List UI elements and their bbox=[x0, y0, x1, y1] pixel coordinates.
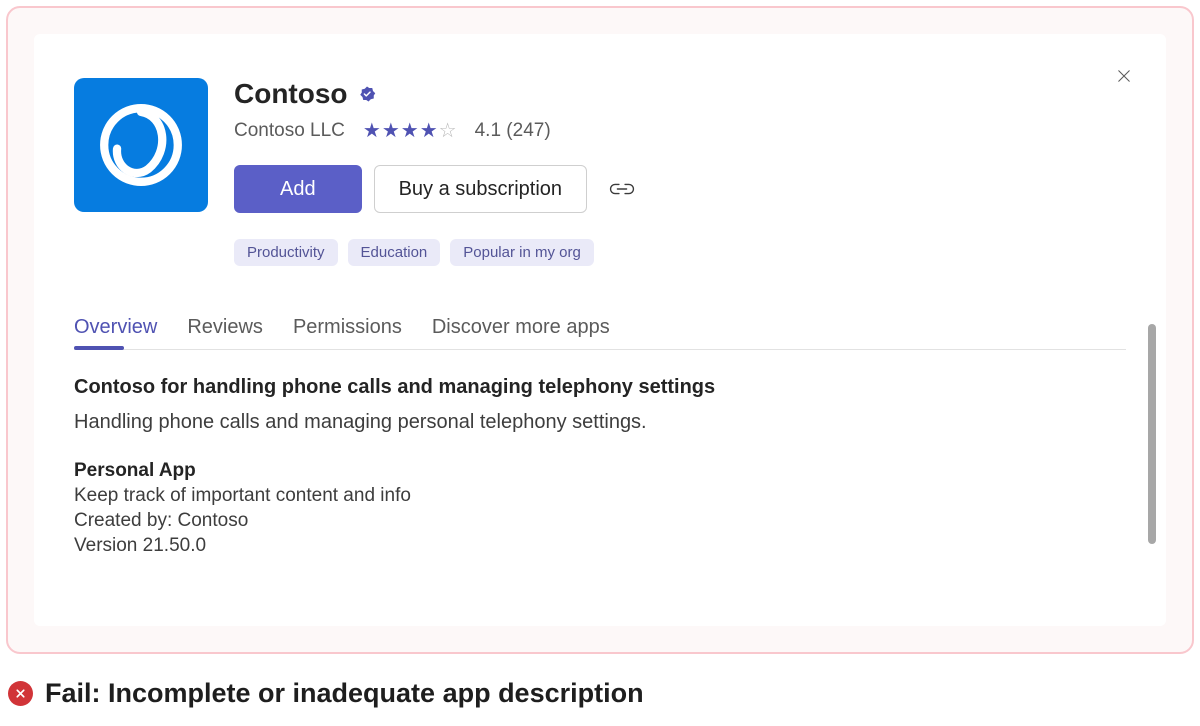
star-icon: ★ bbox=[420, 118, 438, 143]
star-icon: ★ bbox=[401, 118, 419, 143]
tag-popular[interactable]: Popular in my org bbox=[450, 239, 594, 266]
overview-description: Handling phone calls and managing person… bbox=[74, 411, 1126, 434]
example-frame: Contoso Contoso LLC ★ ★ ★ ★ ☆ 4 bbox=[6, 6, 1194, 654]
link-icon bbox=[609, 180, 635, 198]
tab-overview[interactable]: Overview bbox=[74, 308, 157, 349]
close-icon bbox=[1115, 67, 1133, 85]
title-row: Contoso bbox=[234, 78, 1126, 110]
fail-label: Fail: Incomplete or inadequate app descr… bbox=[45, 678, 644, 709]
star-empty-icon: ☆ bbox=[439, 118, 457, 143]
fail-icon bbox=[8, 681, 33, 706]
section-line: Keep track of important content and info bbox=[74, 485, 1126, 507]
app-logo-icon bbox=[95, 99, 187, 191]
fail-annotation: Fail: Incomplete or inadequate app descr… bbox=[8, 678, 1192, 709]
action-row: Add Buy a subscription bbox=[234, 165, 1126, 213]
tab-permissions[interactable]: Permissions bbox=[293, 308, 402, 349]
add-button[interactable]: Add bbox=[234, 165, 362, 213]
meta-row: Contoso LLC ★ ★ ★ ★ ☆ 4.1 (247) bbox=[234, 118, 1126, 143]
close-button[interactable] bbox=[1110, 62, 1138, 90]
app-detail-card: Contoso Contoso LLC ★ ★ ★ ★ ☆ 4 bbox=[34, 34, 1166, 626]
verified-icon bbox=[358, 85, 376, 103]
overview-headline: Contoso for handling phone calls and man… bbox=[74, 376, 1126, 399]
tag-productivity[interactable]: Productivity bbox=[234, 239, 338, 266]
star-icon: ★ bbox=[363, 118, 381, 143]
tab-reviews[interactable]: Reviews bbox=[187, 308, 263, 349]
app-title: Contoso bbox=[234, 78, 348, 110]
created-by: Created by: Contoso bbox=[74, 510, 1126, 532]
copy-link-button[interactable] bbox=[609, 180, 635, 198]
section-title: Personal App bbox=[74, 460, 1126, 482]
app-header: Contoso Contoso LLC ★ ★ ★ ★ ☆ 4 bbox=[234, 78, 1126, 266]
rating-value: 4.1 (247) bbox=[475, 120, 551, 142]
buy-subscription-button[interactable]: Buy a subscription bbox=[374, 165, 587, 213]
rating-stars: ★ ★ ★ ★ ☆ bbox=[363, 118, 457, 143]
tab-discover[interactable]: Discover more apps bbox=[432, 308, 610, 349]
scrollbar-thumb[interactable] bbox=[1148, 324, 1156, 544]
tag-education[interactable]: Education bbox=[348, 239, 441, 266]
tab-bar: Overview Reviews Permissions Discover mo… bbox=[74, 308, 1126, 350]
tag-row: Productivity Education Popular in my org bbox=[234, 239, 1126, 266]
overview-content: Contoso for handling phone calls and man… bbox=[74, 376, 1126, 557]
app-logo bbox=[74, 78, 208, 212]
publisher-name: Contoso LLC bbox=[234, 120, 345, 142]
version: Version 21.50.0 bbox=[74, 535, 1126, 557]
star-icon: ★ bbox=[382, 118, 400, 143]
app-header-row: Contoso Contoso LLC ★ ★ ★ ★ ☆ 4 bbox=[74, 78, 1126, 266]
